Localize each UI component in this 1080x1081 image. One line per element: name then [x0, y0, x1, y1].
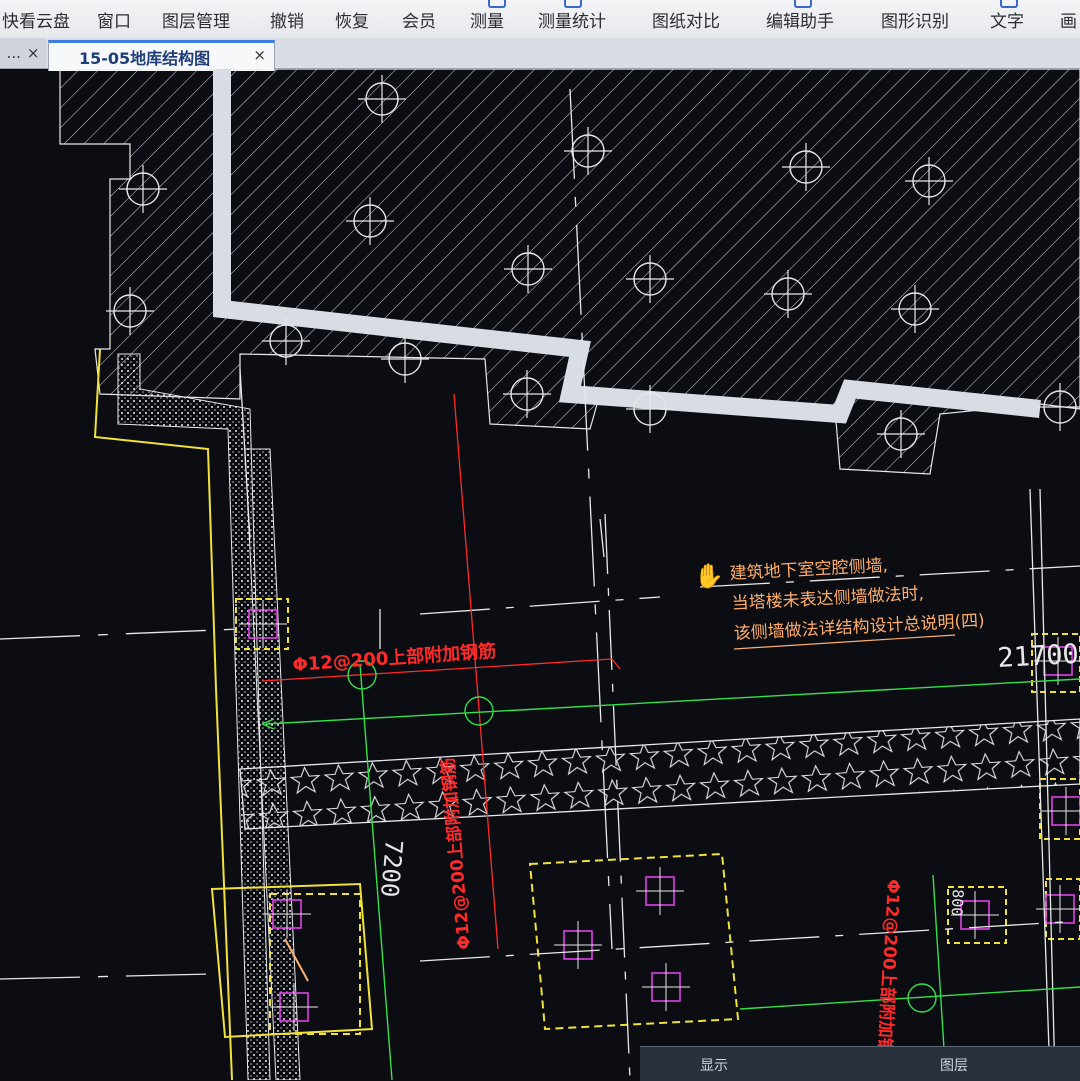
toolbar-edit-assistant[interactable]: 编辑助手: [766, 0, 834, 34]
toolbar-member[interactable]: 会员: [402, 4, 436, 34]
toolbar-measure-stats[interactable]: 测量统计: [538, 0, 606, 34]
tab-active-document[interactable]: 15-05地库结构图 ×: [48, 40, 275, 71]
toolbar-window[interactable]: 窗口: [97, 4, 131, 34]
note-line-3: 该侧墙做法详结构设计总说明(四): [733, 611, 985, 644]
drawing-canvas[interactable]: ✋ 建筑地下室空腔侧墙, 当塔楼未表达侧墙做法时, 该侧墙做法详结构设计总说明(…: [0, 69, 1080, 1080]
tab-close-icon[interactable]: ×: [253, 46, 266, 64]
toolbar-member-label: 会员: [402, 11, 436, 32]
text-icon: [1000, 0, 1018, 8]
toolbar-undo-label: 撤销: [270, 11, 304, 32]
toolbar-text[interactable]: 文字: [990, 0, 1024, 34]
svg-text:✋: ✋: [694, 562, 724, 590]
measure-icon: [488, 0, 506, 8]
note-line-2: 当塔楼未表达侧墙做法时,: [731, 584, 924, 614]
rebar-top-label: Φ12@200上部附加钢筋: [292, 640, 497, 676]
rebar-vertical-right-label: Φ12@200上部附加钢筋: [873, 879, 904, 1072]
toolbar-cloud-drive[interactable]: 快看云盘: [2, 4, 70, 34]
dimension-7200: 7200: [375, 838, 408, 898]
toolbar-compare[interactable]: 图纸对比: [652, 4, 720, 34]
note-block: 建筑地下室空腔侧墙, 当塔楼未表达侧墙做法时, 该侧墙做法详结构设计总说明(四): [729, 556, 985, 650]
toolbar-draw[interactable]: 画: [1060, 4, 1077, 34]
toolbar: 快看云盘 窗口 图层管理 撤销 恢复 会员 测量 测量统计 图纸对比 编辑助手 …: [0, 0, 1080, 39]
toolbar-compare-label: 图纸对比: [652, 11, 720, 32]
document-tab-bar: ... × 15-05地库结构图 ×: [0, 38, 1080, 71]
bottom-panel-display[interactable]: 显示: [700, 1055, 728, 1075]
edit-assistant-icon: [794, 0, 812, 8]
toolbar-redo-label: 恢复: [335, 11, 369, 32]
toolbar-layer-manager-label: 图层管理: [162, 11, 230, 32]
toolbar-measure-stats-label: 测量统计: [538, 11, 606, 32]
toolbar-measure[interactable]: 测量: [470, 0, 506, 34]
toolbar-text-label: 文字: [990, 11, 1024, 32]
toolbar-layer-manager[interactable]: 图层管理: [162, 4, 230, 34]
toolbar-edit-assistant-label: 编辑助手: [766, 11, 834, 32]
tab-overflow-label: ...: [6, 44, 21, 62]
toolbar-cloud-drive-label: 快看云盘: [2, 11, 70, 32]
tab-overflow-close-icon[interactable]: ×: [27, 44, 40, 62]
dimension-21700: 21700: [997, 639, 1080, 674]
cad-drawing: ✋ 建筑地下室空腔侧墙, 当塔楼未表达侧墙做法时, 该侧墙做法详结构设计总说明(…: [0, 69, 1080, 1080]
bottom-panel: 显示 图层: [640, 1046, 1080, 1081]
measure-stats-icon: [564, 0, 582, 8]
toolbar-shape-recognition-label: 图形识别: [881, 11, 949, 32]
toolbar-redo[interactable]: 恢复: [335, 4, 369, 34]
toolbar-draw-label: 画: [1060, 11, 1077, 32]
dimension-800: 800: [948, 889, 967, 917]
note-line-1: 建筑地下室空腔侧墙,: [729, 556, 888, 584]
toolbar-undo[interactable]: 撤销: [270, 4, 304, 34]
toolbar-shape-recognition[interactable]: 图形识别: [881, 4, 949, 34]
tab-title: 15-05地库结构图: [79, 49, 211, 68]
hand-cursor-icon: ✋: [694, 562, 724, 590]
toolbar-measure-label: 测量: [470, 11, 504, 32]
bottom-panel-layer[interactable]: 图层: [940, 1055, 968, 1075]
tab-overflow[interactable]: ... ×: [0, 38, 46, 68]
toolbar-window-label: 窗口: [97, 11, 131, 32]
